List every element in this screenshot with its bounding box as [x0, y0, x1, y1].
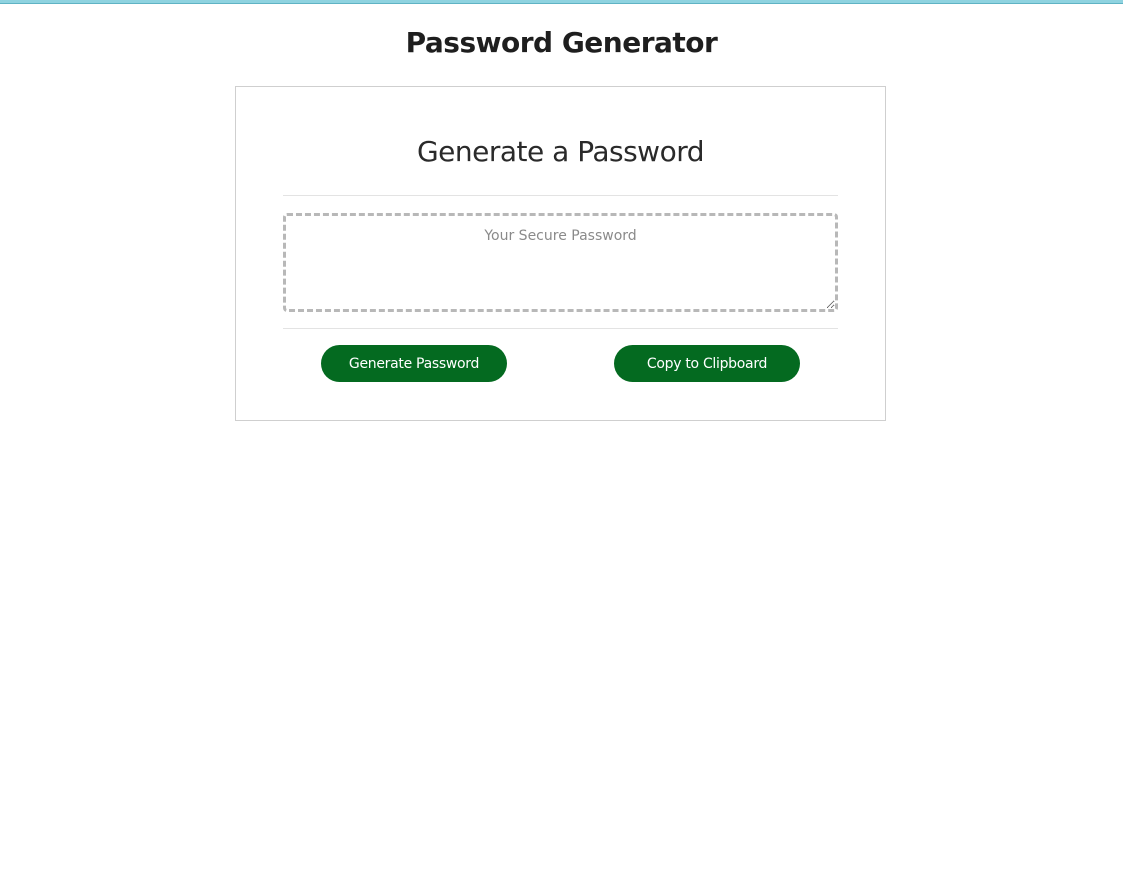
- password-card: Generate a Password Generate Password Co…: [235, 86, 886, 421]
- generate-password-button[interactable]: Generate Password: [321, 345, 507, 382]
- card-footer-divider: [283, 328, 838, 329]
- card-header-divider: [283, 195, 838, 196]
- password-output-textarea[interactable]: [283, 213, 838, 312]
- top-accent-bar: [0, 0, 1123, 4]
- card-header: Generate a Password: [416, 135, 705, 168]
- page-title: Password Generator: [405, 26, 718, 59]
- copy-to-clipboard-button[interactable]: Copy to Clipboard: [614, 345, 800, 382]
